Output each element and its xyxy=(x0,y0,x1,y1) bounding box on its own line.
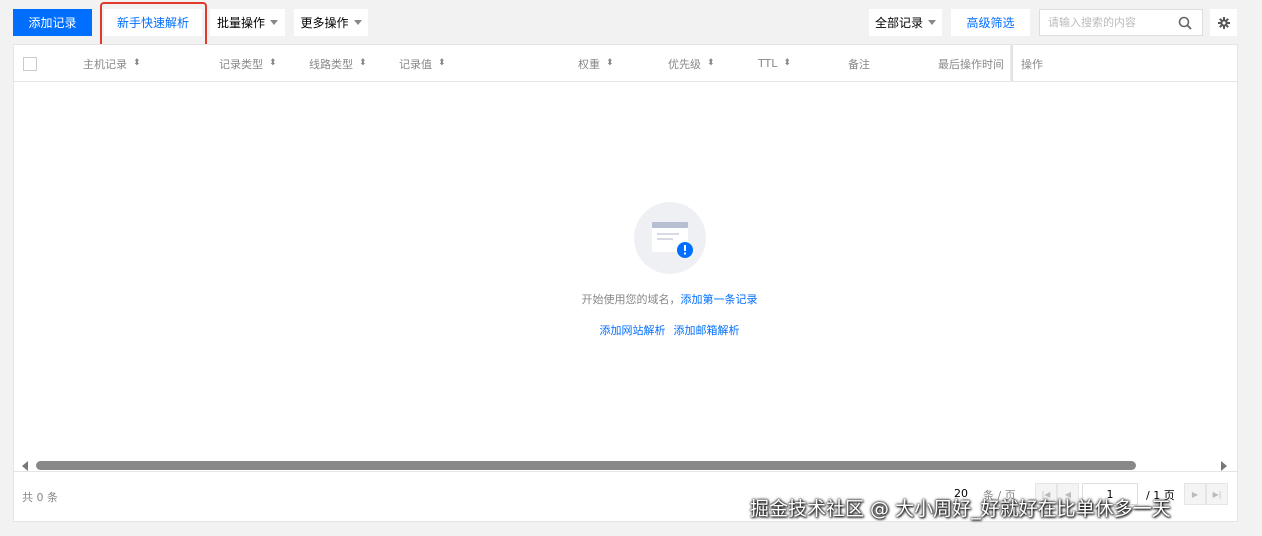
column-ttl[interactable]: TTL ⬍ xyxy=(758,45,791,82)
column-remark: 备注 xyxy=(848,45,870,82)
horizontal-scrollbar[interactable] xyxy=(14,458,1237,472)
column-record-type[interactable]: 记录类型 ⬍ xyxy=(219,45,277,82)
sort-icon: ⬍ xyxy=(438,58,446,68)
column-host-record[interactable]: 主机记录 ⬍ xyxy=(83,45,141,82)
column-weight[interactable]: 权重 ⬍ xyxy=(578,45,614,82)
column-label: 线路类型 xyxy=(309,57,353,71)
sort-icon: ⬍ xyxy=(707,58,715,68)
column-label: TTL xyxy=(758,57,778,70)
settings-button[interactable] xyxy=(1210,9,1237,36)
sort-icon: ⬍ xyxy=(783,58,791,68)
add-mail-resolve-link[interactable]: 添加邮箱解析 xyxy=(674,324,740,337)
next-page-icon: ▶ xyxy=(1191,489,1199,499)
caret-down-icon xyxy=(353,20,362,25)
empty-state-prefix: 开始使用您的域名， xyxy=(581,293,681,306)
caret-down-icon xyxy=(270,20,278,25)
total-count: 共 0 条 xyxy=(22,491,58,504)
column-label: 记录类型 xyxy=(219,57,263,71)
advanced-filter-button[interactable]: 高级筛选 xyxy=(951,9,1030,36)
caret-down-icon xyxy=(928,20,936,25)
all-records-label: 全部记录 xyxy=(874,16,923,30)
sort-icon: ⬍ xyxy=(606,58,614,68)
add-record-button[interactable]: 添加记录 xyxy=(13,9,92,36)
column-last-modified: 最后操作时间 xyxy=(938,45,1004,82)
sort-icon: ⬍ xyxy=(133,58,141,68)
watermark: 掘金技术社区 @ 大小周好_好就好在比单休多一天 xyxy=(750,498,1171,520)
search-input[interactable] xyxy=(1048,10,1178,35)
scroll-right-icon[interactable] xyxy=(1221,461,1227,471)
sort-icon: ⬍ xyxy=(269,58,277,68)
batch-ops-dropdown[interactable]: 批量操作 xyxy=(210,9,285,36)
column-label: 优先级 xyxy=(668,57,701,71)
next-page-button[interactable]: ▶ xyxy=(1184,483,1206,505)
add-first-record-link[interactable]: 添加第一条记录 xyxy=(681,293,758,306)
last-page-button[interactable]: ▶| xyxy=(1206,483,1228,505)
column-label: 记录值 xyxy=(399,57,432,71)
add-site-resolve-link[interactable]: 添加网站解析 xyxy=(600,324,666,337)
column-label: 最后操作时间 xyxy=(938,57,1004,71)
all-records-dropdown[interactable]: 全部记录 xyxy=(869,9,942,36)
records-table-panel: 主机记录 ⬍ 记录类型 ⬍ 线路类型 ⬍ 记录值 ⬍ 权重 ⬍ 优先级 ⬍ TTL ⬍ 备注 … xyxy=(13,44,1238,522)
column-priority[interactable]: 优先级 ⬍ xyxy=(668,45,715,82)
column-divider xyxy=(1010,45,1013,82)
more-ops-dropdown[interactable]: 更多操作 xyxy=(294,9,368,36)
toolbar: 添加记录 新手快速解析 批量操作 更多操作 全部记录 高级筛选 xyxy=(0,0,1262,50)
highlight-annotation xyxy=(100,2,207,50)
search-box xyxy=(1039,9,1203,36)
scroll-left-icon[interactable] xyxy=(22,461,28,471)
empty-state-text: 开始使用您的域名，添加第一条记录 xyxy=(14,291,1262,307)
last-page-icon: ▶| xyxy=(1212,489,1222,499)
column-label: 操作 xyxy=(1021,57,1043,71)
table-header: 主机记录 ⬍ 记录类型 ⬍ 线路类型 ⬍ 记录值 ⬍ 权重 ⬍ 优先级 ⬍ TTL ⬍ 备注 … xyxy=(14,45,1237,82)
more-ops-label: 更多操作 xyxy=(300,16,349,30)
column-label: 备注 xyxy=(848,57,870,71)
scrollbar-thumb[interactable] xyxy=(36,461,1136,470)
column-label: 主机记录 xyxy=(83,57,127,71)
column-label: 权重 xyxy=(578,57,600,71)
search-icon[interactable] xyxy=(1178,16,1192,30)
column-actions: 操作 xyxy=(1021,45,1043,82)
sort-icon: ⬍ xyxy=(359,58,367,68)
empty-state-icon xyxy=(634,202,706,274)
document-warning-icon xyxy=(652,222,693,258)
select-all-checkbox[interactable] xyxy=(23,57,37,71)
batch-ops-label: 批量操作 xyxy=(216,16,265,30)
column-line-type[interactable]: 线路类型 ⬍ xyxy=(309,45,367,82)
gear-icon xyxy=(1217,16,1230,29)
column-record-value[interactable]: 记录值 ⬍ xyxy=(399,45,446,82)
empty-state-links: 添加网站解析 添加邮箱解析 xyxy=(14,322,1262,338)
